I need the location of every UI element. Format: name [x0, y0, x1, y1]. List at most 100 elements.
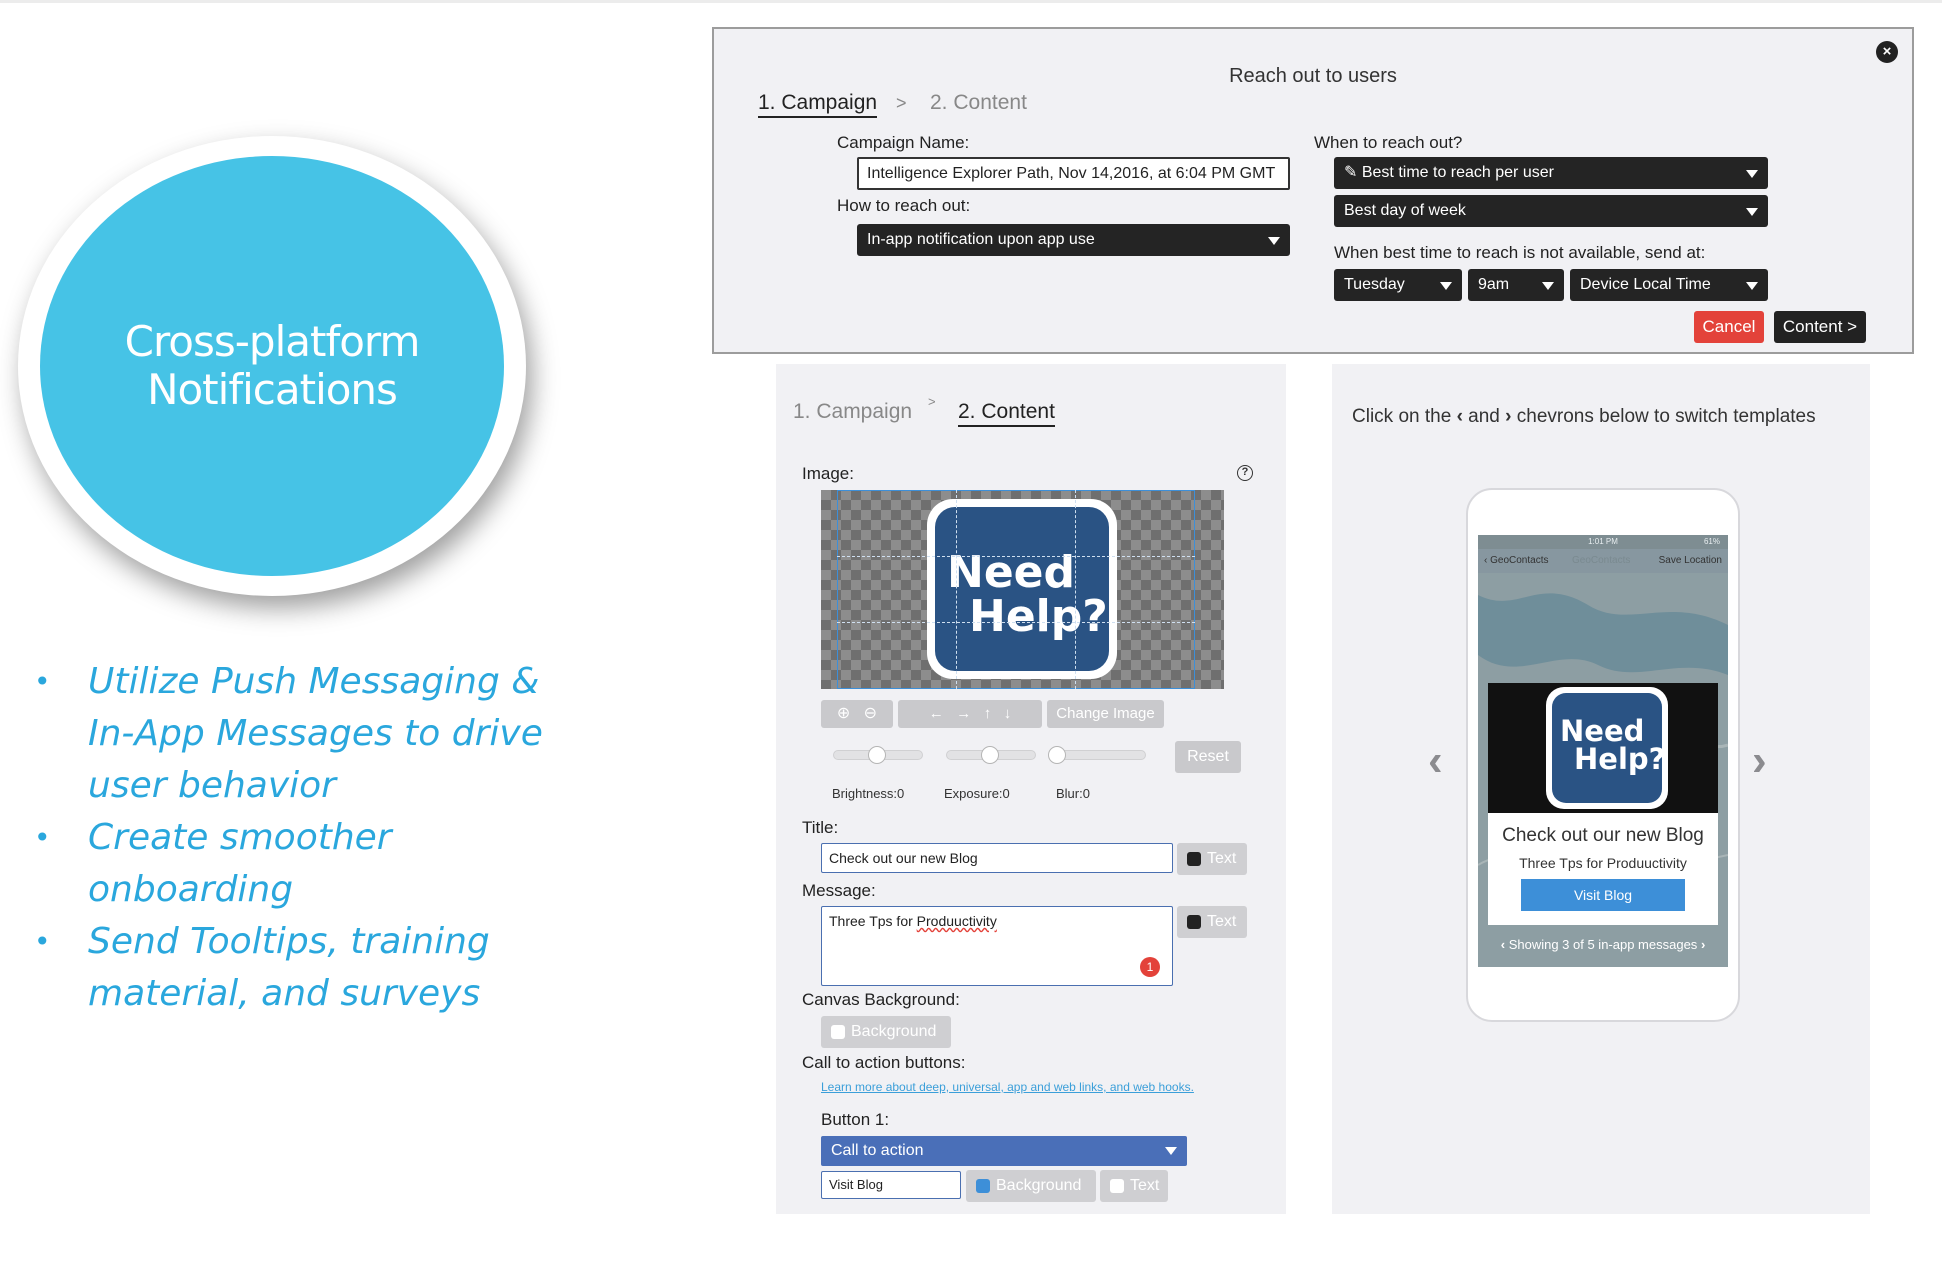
color-swatch: [976, 1179, 990, 1193]
pager-prev-icon[interactable]: ‹: [1501, 937, 1505, 952]
crop-guide: [837, 556, 1195, 557]
brightness-slider-handle[interactable]: [868, 746, 886, 764]
blur-slider-handle[interactable]: [1048, 746, 1066, 764]
top-divider: [0, 0, 1942, 3]
cancel-button[interactable]: Cancel: [1694, 311, 1764, 343]
bullet-list: • Utilize Push Messaging & In-App Message…: [30, 656, 550, 1020]
need-help-image: Need Help?: [1546, 687, 1668, 809]
cta-learn-more-link[interactable]: Learn more about deep, universal, app an…: [821, 1080, 1194, 1094]
chevron-left-icon[interactable]: ‹: [1428, 736, 1443, 786]
chevron-left-icon: ‹: [1456, 406, 1463, 427]
crop-guide: [1075, 490, 1076, 689]
bullet-item: • Send Tooltips, training material, and s…: [30, 916, 550, 1020]
cta-label: Call to action buttons:: [802, 1053, 966, 1072]
app-nav-bar: ‹ GeoContacts GeoContacts Save Location: [1478, 549, 1728, 573]
message-text-color-button[interactable]: Text: [1177, 906, 1247, 938]
pager-next-icon[interactable]: ›: [1701, 937, 1705, 952]
fallback-label: When best time to reach is not available…: [1334, 243, 1706, 262]
crop-frame[interactable]: [837, 490, 1195, 689]
in-app-message-card: Need Help? Check out our new Blog Three …: [1488, 683, 1718, 925]
arrow-up-icon[interactable]: ↑: [984, 705, 992, 722]
bullet-dot-icon: •: [34, 821, 51, 854]
title-text-color-button[interactable]: Text: [1177, 843, 1247, 875]
message-textarea[interactable]: Three Tps for Produuctivity 1: [821, 906, 1173, 986]
crop-guide: [956, 490, 957, 689]
move-buttons: ← → ↑ ↓: [898, 700, 1042, 728]
tab-content[interactable]: 2. Content: [958, 400, 1055, 427]
help-icon[interactable]: ?: [1237, 465, 1253, 481]
zoom-buttons: ⊕ ⊖: [821, 700, 893, 728]
tab-campaign[interactable]: 1. Campaign: [758, 91, 878, 118]
caret-down-icon: [1268, 237, 1280, 245]
best-time-select[interactable]: ✎ Best time to reach per user: [1334, 157, 1768, 189]
how-to-reach-select[interactable]: In-app notification upon app use: [857, 224, 1290, 256]
campaign-name-label: Campaign Name:: [837, 133, 970, 152]
arrow-left-icon[interactable]: ←: [929, 705, 944, 722]
content-next-button[interactable]: Content >: [1774, 311, 1866, 343]
preview-instruction: Click on the ‹ and › chevrons below to s…: [1352, 406, 1816, 427]
title-label: Title:: [802, 818, 839, 837]
canvas-background-button[interactable]: Background: [821, 1016, 951, 1048]
crop-guide: [837, 622, 1195, 623]
title-input[interactable]: Check out our new Blog: [821, 843, 1173, 873]
arrow-right-icon[interactable]: →: [956, 705, 971, 722]
close-icon[interactable]: ×: [1876, 41, 1898, 63]
zoom-in-icon[interactable]: ⊕: [837, 705, 850, 722]
tab-campaign[interactable]: 1. Campaign: [793, 400, 912, 424]
circle-title: Cross-platform Notifications: [124, 317, 421, 414]
step-separator: >: [928, 394, 936, 409]
color-swatch: [1187, 915, 1201, 929]
bullet-dot-icon: •: [34, 665, 51, 698]
caret-down-icon: [1542, 282, 1554, 290]
caret-down-icon: [1746, 282, 1758, 290]
reset-button[interactable]: Reset: [1175, 741, 1241, 773]
magic-wand-icon: ✎: [1344, 164, 1358, 181]
when-to-reach-label: When to reach out?: [1314, 133, 1463, 152]
fallback-day-select[interactable]: Tuesday: [1334, 269, 1462, 301]
bullet-dot-icon: •: [34, 925, 51, 958]
image-label: Image:: [802, 464, 854, 483]
how-to-reach-label: How to reach out:: [837, 196, 971, 215]
blur-label: Blur:0: [1056, 786, 1090, 801]
button1-text-color-button[interactable]: Text: [1100, 1170, 1168, 1202]
card-title: Check out our new Blog: [1502, 825, 1704, 846]
button1-background-color-button[interactable]: Background: [966, 1170, 1096, 1202]
campaign-name-input[interactable]: Intelligence Explorer Path, Nov 14,2016,…: [857, 157, 1290, 190]
bullet-item: • Utilize Push Messaging & In-App Message…: [30, 656, 550, 812]
best-day-select[interactable]: Best day of week: [1334, 195, 1768, 227]
zoom-out-icon[interactable]: ⊖: [864, 705, 877, 722]
change-image-button[interactable]: Change Image: [1047, 700, 1164, 728]
exposure-label: Exposure:0: [944, 786, 1010, 801]
visit-blog-button[interactable]: Visit Blog: [1521, 879, 1685, 911]
caret-down-icon: [1746, 170, 1758, 178]
brightness-label: Brightness:0: [832, 786, 905, 801]
arrow-down-icon[interactable]: ↓: [1004, 705, 1012, 722]
chevron-right-icon: ›: [1505, 406, 1512, 427]
phone-screen: 1:01 PM 61% ‹ GeoContacts GeoContacts Sa…: [1478, 535, 1728, 967]
color-swatch: [831, 1025, 845, 1039]
nav-title: GeoContacts: [1572, 555, 1631, 566]
tab-content[interactable]: 2. Content: [930, 91, 1027, 115]
button1-label: Button 1:: [821, 1110, 890, 1129]
image-canvas[interactable]: Need Help?: [821, 490, 1224, 689]
caret-down-icon: [1746, 208, 1758, 216]
message-label: Message:: [802, 881, 876, 900]
caret-down-icon: [1165, 1147, 1177, 1155]
status-bar: 1:01 PM 61%: [1478, 535, 1728, 549]
save-location-button[interactable]: Save Location: [1659, 549, 1722, 573]
modal-title: Reach out to users: [1229, 65, 1397, 87]
fallback-timezone-select[interactable]: Device Local Time: [1570, 269, 1768, 301]
caret-down-icon: [1440, 282, 1452, 290]
nav-back-button[interactable]: ‹ GeoContacts: [1484, 549, 1548, 573]
fallback-hour-select[interactable]: 9am: [1468, 269, 1564, 301]
battery-status: 61%: [1703, 537, 1720, 546]
button1-label-input[interactable]: Visit Blog: [821, 1171, 961, 1199]
chevron-right-icon[interactable]: ›: [1752, 736, 1767, 786]
exposure-slider-handle[interactable]: [981, 746, 999, 764]
canvas-background-label: Canvas Background:: [802, 990, 960, 1009]
misspelled-word: Produuctivity: [916, 913, 997, 929]
error-count-badge: 1: [1140, 957, 1160, 977]
step-separator: >: [896, 93, 907, 113]
button1-action-select[interactable]: Call to action: [821, 1136, 1187, 1166]
color-swatch: [1110, 1179, 1124, 1193]
